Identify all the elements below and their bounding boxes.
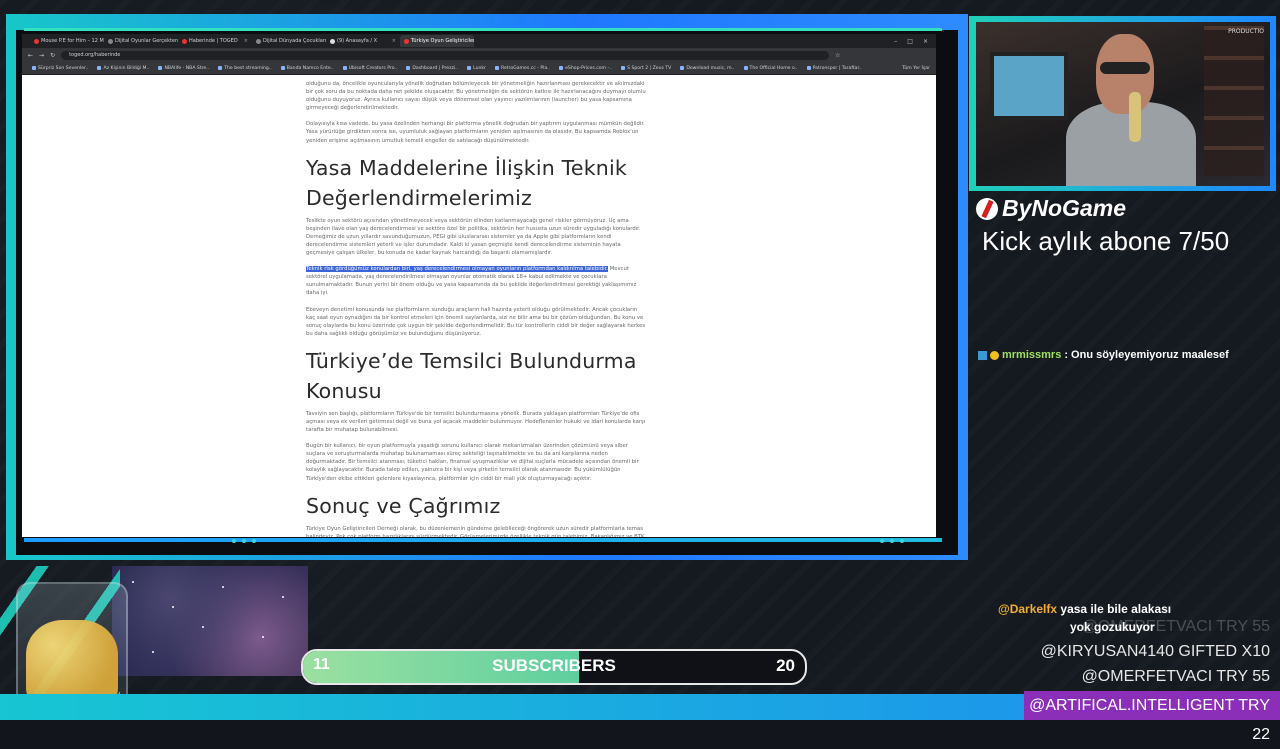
bookmark-item[interactable]: Ubisoft Creators Pro..	[342, 66, 397, 71]
overlay-chat-user: @Darkelfx	[998, 602, 1058, 616]
bookmark-item[interactable]: Dashboard | Prezzi..	[406, 66, 458, 71]
toged-icon	[182, 38, 187, 44]
screen-top-accent	[24, 28, 942, 31]
tab-label: Mouse P.E for Him – 12 Minutes	[41, 38, 104, 44]
browser-address-bar: ← → ↻ toged.org/haberinde ☆	[22, 48, 936, 62]
article-heading: Türkiye’de Temsilci Bulundurma Konusu	[306, 348, 637, 403]
url-field[interactable]: toged.org/haberinde	[61, 50, 830, 60]
brand-name: ByNoGame	[1002, 195, 1126, 221]
bookmark-item[interactable]: eShop-Prices.com -..	[559, 66, 612, 71]
tab-label: Haberinde | TOGED	[189, 38, 238, 44]
toged-icon	[404, 38, 409, 44]
close-icon[interactable]: ×	[392, 35, 396, 47]
brand-logo: ByNoGame	[976, 195, 1126, 222]
highlighted-gift: @ARTIFICAL.INTELLIGENT TRY 22	[1024, 691, 1280, 743]
gift-item: @KIRYUSAN4140 GIFTED X10	[1040, 643, 1270, 660]
bookmark-item[interactable]: RetroGames.cc - Pla..	[494, 66, 550, 71]
decorative-dots	[232, 539, 256, 543]
screen-bottom-accent	[24, 538, 942, 542]
article-paragraph: Tavsiyin sen başlığı, platformların Türk…	[306, 410, 646, 434]
webcam-feed: PRODUCTIO	[976, 22, 1270, 186]
chat-message: mrmissmrs : Onu söyleyemiyoruz maalesef	[978, 349, 1229, 361]
article-heading: Sonuç ve Çağrımız	[306, 493, 501, 518]
article-paragraph: Bugün bir kullanıcı, bir oyun platformuy…	[306, 443, 639, 482]
selected-text[interactable]: Teknik risk gördüğümüz konulardan biri, …	[306, 266, 608, 273]
page-icon	[256, 38, 261, 44]
bookmark-item[interactable]: Patronspor | Taraftar..	[806, 66, 862, 71]
chat-text: : Onu söyleyemiyoruz maalesef	[1064, 349, 1229, 361]
chat-username: mrmissmrs	[1002, 349, 1062, 361]
bookmark-item[interactable]: Banda Namco Ente..	[280, 66, 334, 71]
bookmark-item[interactable]: The Official Home o..	[743, 66, 798, 71]
browser-tab-active[interactable]: Türkiye Oyun Geliştiricileri Der×	[400, 35, 474, 47]
browser-tabbar: Mouse P.E for Him – 12 Minutes× Dijital …	[22, 34, 936, 48]
tab-label: (9) Anasayfa / X	[337, 38, 378, 44]
subscribers-goal: 20	[776, 656, 795, 675]
bookmark-item[interactable]: NBAlife - NBA Stre..	[158, 66, 209, 71]
decorative-dots	[880, 539, 904, 543]
browser-tab[interactable]: Mouse P.E for Him – 12 Minutes×	[30, 35, 104, 47]
browser-tab[interactable]: (9) Anasayfa / X ×	[326, 35, 400, 47]
star-icon[interactable]: ☆	[835, 52, 840, 59]
window-controls: – □ ×	[894, 38, 936, 45]
reload-icon[interactable]: ↻	[50, 52, 55, 59]
article-paragraph: Teslikte oyun sektörü açısından yönetilm…	[306, 217, 641, 257]
article-paragraph: Türkiye Oyun Geliştiricileri Derneği ola…	[306, 525, 645, 537]
bookmark-item[interactable]: Lunkr	[467, 66, 486, 71]
space-image	[112, 566, 308, 676]
subscribers-goal-bar: 11 SUBSCRIBERS 20	[301, 649, 807, 685]
shelf	[1204, 26, 1264, 176]
browser-tab[interactable]: Haberinde | TOGED ×	[178, 35, 252, 47]
all-bookmarks-button[interactable]: Tüm Yer İşar	[902, 66, 936, 71]
x-icon	[330, 38, 335, 44]
tab-label: Dijital Oyunlar Gerçekten Yasal	[115, 38, 178, 44]
bookmark-item[interactable]: Sürpriz Son Sevenler..	[32, 66, 88, 71]
close-window-icon[interactable]: ×	[923, 38, 928, 45]
browser-tab[interactable]: Dijital Oyunlar Gerçekten Yasal×	[104, 35, 178, 47]
streamer-head	[1096, 34, 1154, 114]
tab-label: Türkiye Oyun Geliştiricileri Der	[411, 38, 474, 44]
youtube-icon	[34, 38, 39, 44]
minimize-icon[interactable]: –	[894, 38, 897, 45]
article-paragraph: Dolayısıyla kısa vadede, bu yasa özelind…	[306, 121, 645, 144]
article-paragraph: olduğunu da, öncelikle oyuncularıyla yön…	[306, 81, 646, 112]
article-content: olduğunu da, öncelikle oyuncularıyla yön…	[306, 80, 646, 537]
article-paragraph: Ebeveyn denetimi konusunda ise platforml…	[306, 306, 646, 337]
browser-tab[interactable]: Dijital Dünyada Çocukların Gü×	[252, 35, 326, 47]
bookmark-item[interactable]: Download music, m..	[680, 66, 735, 71]
gift-item: @OMERFETVACI TRY 55	[1081, 668, 1270, 685]
back-icon[interactable]: ←	[28, 52, 33, 59]
background-sign: PRODUCTIO	[1228, 28, 1264, 35]
background-monitor	[990, 52, 1068, 120]
bookmark-item[interactable]: Az Kişinin Bildiği M..	[97, 66, 149, 71]
kick-badge-icon	[978, 350, 987, 360]
forward-icon[interactable]: →	[39, 52, 44, 59]
bynogame-icon	[976, 197, 998, 220]
bookmark-item[interactable]: S Sport 2 | Zeus TV	[621, 66, 671, 71]
bookmark-item[interactable]: The best streaming..	[218, 66, 272, 71]
kick-sub-goal: Kick aylık abone 7/50	[982, 226, 1230, 256]
close-icon[interactable]: ×	[244, 35, 248, 47]
streamer-glasses	[1100, 62, 1150, 74]
article-paragraph-highlighted: Teknik risk gördüğümüz konulardan biri, …	[306, 265, 646, 297]
overlay-chat-message: @Darkelfx yasa ile bile alakası yok gozu…	[998, 600, 1171, 636]
sub-badge-icon	[990, 350, 999, 360]
tab-label: Dijital Dünyada Çocukların Gü	[263, 38, 326, 44]
microphone	[1129, 92, 1141, 142]
overlay-chat-text: yasa ile bile alakası	[1057, 602, 1172, 616]
overlay-chat-text-line2: yok gozukuyor	[1070, 620, 1155, 634]
article-heading: Yasa Maddelerine İlişkin Teknik Değerlen…	[306, 155, 627, 210]
page-icon	[108, 38, 113, 44]
bookmarks-bar: Sürpriz Son Sevenler.. Az Kişinin Bildiğ…	[22, 62, 936, 75]
browser-window: Mouse P.E for Him – 12 Minutes× Dijital …	[22, 34, 936, 537]
maximize-icon[interactable]: □	[907, 38, 913, 45]
subscribers-label: SUBSCRIBERS	[492, 656, 616, 675]
